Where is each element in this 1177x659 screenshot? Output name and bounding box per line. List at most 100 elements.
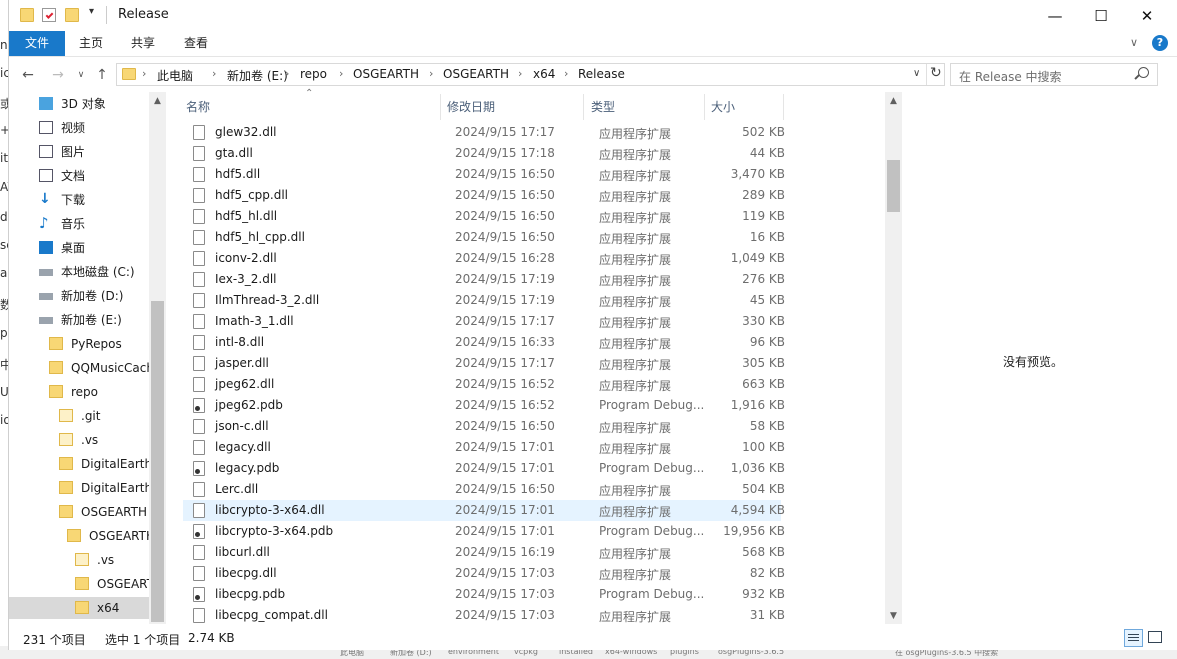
file-row[interactable]: libecpg.dll 2024/9/15 17:03 应用程序扩展 82 KB <box>183 563 785 584</box>
file-row[interactable]: hdf5.dll 2024/9/15 16:50 应用程序扩展 3,470 KB <box>183 164 785 185</box>
file-name: json-c.dll <box>215 419 269 433</box>
breadcrumb-drive-e[interactable]: 新加卷 (E:) <box>227 67 288 84</box>
breadcrumb-repo[interactable]: repo <box>300 67 327 81</box>
file-row[interactable]: jpeg62.dll 2024/9/15 16:52 应用程序扩展 663 KB <box>183 374 785 395</box>
file-row[interactable]: intl-8.dll 2024/9/15 16:33 应用程序扩展 96 KB <box>183 332 785 353</box>
nav-item[interactable]: OSGEART <box>9 573 149 595</box>
pictures-icon <box>39 145 53 158</box>
address-bar[interactable]: › 此电脑 › 新加卷 (E:) › repo › OSGEARTH › OSG… <box>116 63 945 86</box>
refresh-icon[interactable]: ↻ <box>930 65 942 81</box>
details-view-button[interactable] <box>1124 629 1143 647</box>
tab-share[interactable]: 共享 <box>119 31 167 56</box>
column-header-type[interactable]: 类型 <box>591 98 615 115</box>
file-name: legacy.dll <box>215 440 271 454</box>
breadcrumb-osgearth[interactable]: OSGEARTH <box>353 67 419 81</box>
forward-button[interactable]: → <box>48 65 68 85</box>
tab-file[interactable]: 文件 <box>9 31 65 56</box>
breadcrumb-release[interactable]: Release <box>578 67 625 81</box>
column-header-name[interactable]: 名称 <box>186 98 210 115</box>
nav-scrollbar[interactable]: ▲ <box>149 92 166 624</box>
file-row[interactable]: hdf5_cpp.dll 2024/9/15 16:50 应用程序扩展 289 KB <box>183 185 785 206</box>
maximize-button[interactable]: ☐ <box>1078 0 1124 31</box>
nav-item[interactable]: DigitalEarth <box>9 453 149 475</box>
file-row[interactable]: gta.dll 2024/9/15 17:18 应用程序扩展 44 KB <box>183 143 785 164</box>
breadcrumb-separator: › <box>339 67 344 80</box>
nav-item[interactable]: 图片 <box>9 141 149 163</box>
back-button[interactable]: ← <box>18 65 38 85</box>
dll-file-icon <box>193 251 205 266</box>
customize-quick-access-icon[interactable]: ▾ <box>89 6 94 17</box>
file-row[interactable]: libecpg.pdb 2024/9/15 17:03 Program Debug.… <box>183 584 785 605</box>
nav-item[interactable]: 3D 对象 <box>9 93 149 115</box>
nav-item-label: 音乐 <box>61 217 86 231</box>
new-folder-icon[interactable] <box>65 8 79 22</box>
file-row[interactable]: IlmThread-3_2.dll 2024/9/15 17:19 应用程序扩展 45… <box>183 290 785 311</box>
nav-scrollbar-thumb[interactable] <box>151 301 164 622</box>
nav-item-label: .vs <box>97 553 115 567</box>
nav-item[interactable]: x64 <box>9 597 149 619</box>
column-header-date[interactable]: 修改日期 <box>447 98 495 115</box>
breadcrumb-this-pc[interactable]: 此电脑 <box>157 67 193 84</box>
file-row[interactable]: libcurl.dll 2024/9/15 16:19 应用程序扩展 568 KB <box>183 542 785 563</box>
file-date: 2024/9/15 17:03 <box>455 608 555 622</box>
nav-item[interactable]: 本地磁盘 (C:) <box>9 261 149 283</box>
breadcrumb-osgearth-2[interactable]: OSGEARTH <box>443 67 509 81</box>
expand-ribbon-icon[interactable]: ∨ <box>1130 36 1138 49</box>
nav-item[interactable]: QQMusicCach <box>9 357 149 379</box>
file-row[interactable]: legacy.pdb 2024/9/15 17:01 Program Debug..… <box>183 458 785 479</box>
nav-item[interactable]: ♪ 音乐 <box>9 213 149 235</box>
file-row[interactable]: libcrypto-3-x64.dll 2024/9/15 17:01 应用程序扩展… <box>183 500 785 521</box>
nav-item[interactable]: OSGEARTH <box>9 501 149 523</box>
nav-item[interactable]: DigitalEarthT <box>9 477 149 499</box>
file-size: 19,956 KB <box>723 524 785 538</box>
nav-item-label: 新加卷 (D:) <box>61 289 124 303</box>
search-input[interactable]: 在 Release 中搜索 <box>950 63 1158 86</box>
nav-item[interactable]: 新加卷 (D:) <box>9 285 149 307</box>
file-row[interactable]: libecpg_compat.dll 2024/9/15 17:03 应用程序扩展 3… <box>183 605 785 626</box>
file-row[interactable]: Iex-3_2.dll 2024/9/15 17:19 应用程序扩展 276 KB <box>183 269 785 290</box>
nav-item[interactable]: PyRepos <box>9 333 149 355</box>
tab-view[interactable]: 查看 <box>172 31 220 56</box>
up-button[interactable]: ↑ <box>92 65 112 85</box>
file-row[interactable]: glew32.dll 2024/9/15 17:17 应用程序扩展 502 KB <box>183 122 785 143</box>
file-row[interactable]: Imath-3_1.dll 2024/9/15 17:17 应用程序扩展 330 KB <box>183 311 785 332</box>
nav-item[interactable]: .vs <box>9 549 149 571</box>
nav-item[interactable]: 文档 <box>9 165 149 187</box>
nav-item[interactable]: 视频 <box>9 117 149 139</box>
nav-item[interactable]: repo <box>9 381 149 403</box>
file-row[interactable]: json-c.dll 2024/9/15 16:50 应用程序扩展 58 KB <box>183 416 785 437</box>
nav-item[interactable]: 新加卷 (E:) <box>9 309 149 331</box>
large-icons-view-button[interactable] <box>1148 631 1162 643</box>
file-size: 568 KB <box>742 545 785 559</box>
file-row[interactable]: jasper.dll 2024/9/15 17:17 应用程序扩展 305 KB <box>183 353 785 374</box>
file-name: intl-8.dll <box>215 335 265 349</box>
nav-item[interactable]: 桌面 <box>9 237 149 259</box>
file-row[interactable]: libcrypto-3-x64.pdb 2024/9/15 17:01 Progra… <box>183 521 785 542</box>
nav-item[interactable]: .git <box>9 405 149 427</box>
breadcrumb-x64[interactable]: x64 <box>533 67 555 81</box>
address-history-icon[interactable]: ∨ <box>913 68 920 79</box>
file-row[interactable]: legacy.dll 2024/9/15 17:01 应用程序扩展 100 KB <box>183 437 785 458</box>
file-row[interactable]: hdf5_hl.dll 2024/9/15 16:50 应用程序扩展 119 KB <box>183 206 785 227</box>
file-row[interactable]: hdf5_hl_cpp.dll 2024/9/15 16:50 应用程序扩展 16 K… <box>183 227 785 248</box>
file-row[interactable]: jpeg62.pdb 2024/9/15 16:52 Program Debug..… <box>183 395 785 416</box>
help-icon[interactable]: ? <box>1152 35 1168 51</box>
search-icon[interactable] <box>1134 67 1149 80</box>
explorer-window: ▾ Release — ☐ ✕ 文件 主页 共享 查看 ∨ ? ← → ∨ ↑ … <box>8 0 1177 650</box>
close-button[interactable]: ✕ <box>1124 0 1170 31</box>
properties-icon[interactable] <box>42 8 56 22</box>
breadcrumb-separator: › <box>429 67 434 80</box>
dll-file-icon <box>193 125 205 140</box>
file-row[interactable]: iconv-2.dll 2024/9/15 16:28 应用程序扩展 1,049 KB <box>183 248 785 269</box>
nav-item[interactable]: .vs <box>9 429 149 451</box>
recent-locations-icon[interactable]: ∨ <box>71 65 91 85</box>
ribbon-tabs: 文件 主页 共享 查看 ∨ ? <box>9 31 1177 57</box>
tab-home[interactable]: 主页 <box>67 31 115 56</box>
minimize-button[interactable]: — <box>1032 0 1078 31</box>
file-row[interactable]: Lerc.dll 2024/9/15 16:50 应用程序扩展 504 KB <box>183 479 785 500</box>
nav-item[interactable]: ↓ 下载 <box>9 189 149 211</box>
scroll-up-icon[interactable]: ▲ <box>149 93 166 110</box>
documents-icon <box>39 169 53 182</box>
column-header-size[interactable]: 大小 <box>711 98 735 115</box>
nav-item[interactable]: OSGEARTH <box>9 525 149 547</box>
